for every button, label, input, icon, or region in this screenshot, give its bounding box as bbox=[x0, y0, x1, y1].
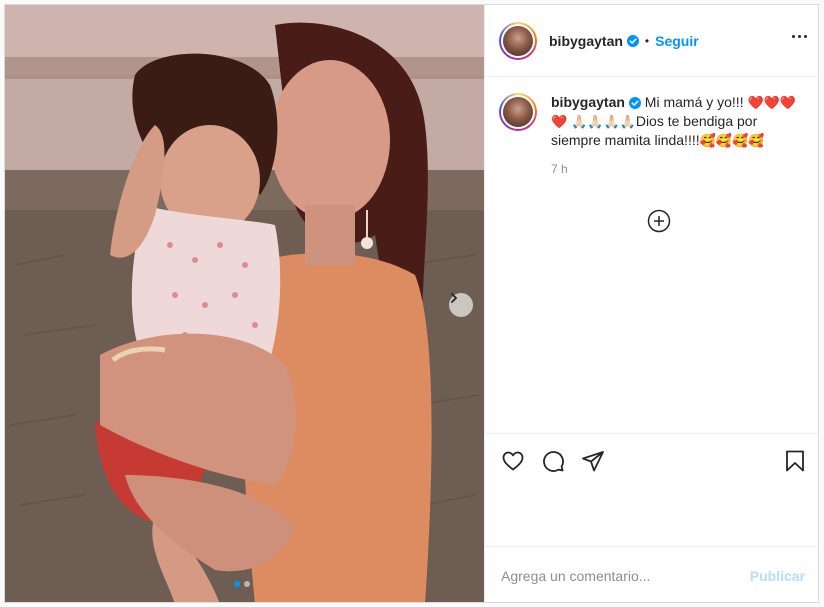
caption-hands: 🙏🏻🙏🏻🙏🏻🙏🏻 bbox=[571, 114, 636, 129]
paper-plane-icon[interactable] bbox=[581, 449, 605, 473]
bookmark-icon[interactable] bbox=[783, 449, 807, 473]
carousel-dot-active bbox=[234, 581, 240, 587]
verified-badge-icon bbox=[626, 34, 639, 47]
comment-form: Publicar bbox=[485, 546, 818, 602]
plus-circle-icon bbox=[647, 209, 671, 233]
comments-section: bibygaytan Mi mamá y yo!!! ❤️❤️❤️❤️ 🙏🏻🙏🏻… bbox=[485, 77, 818, 433]
action-bar bbox=[485, 433, 818, 487]
follow-button[interactable]: Seguir bbox=[655, 33, 699, 49]
post-photo[interactable] bbox=[5, 5, 484, 602]
carousel-indicator bbox=[234, 581, 250, 587]
username-link[interactable]: bibygaytan bbox=[549, 33, 623, 49]
avatar[interactable] bbox=[499, 21, 537, 60]
chevron-right-icon bbox=[451, 293, 458, 303]
post-card: bibygaytan • Seguir bibygaytan Mi mamá y… bbox=[4, 4, 819, 603]
publish-button[interactable]: Publicar bbox=[750, 568, 805, 584]
caption-text: Mi mamá y yo!!! bbox=[644, 94, 748, 110]
caption-row: bibygaytan Mi mamá y yo!!! ❤️❤️❤️❤️ 🙏🏻🙏🏻… bbox=[499, 93, 807, 150]
more-options-icon[interactable] bbox=[792, 35, 807, 38]
caption-avatar[interactable] bbox=[499, 93, 537, 131]
comment-input[interactable] bbox=[501, 567, 731, 584]
post-header: bibygaytan • Seguir bbox=[485, 5, 818, 77]
comment-bubble-icon[interactable] bbox=[541, 449, 565, 473]
carousel-dot bbox=[244, 581, 250, 587]
post-timestamp[interactable]: 7 h bbox=[551, 162, 807, 176]
heart-icon[interactable] bbox=[501, 449, 525, 473]
verified-badge-icon bbox=[628, 97, 641, 110]
post-side-panel: bibygaytan • Seguir bibygaytan Mi mamá y… bbox=[484, 5, 818, 602]
photo-illustration bbox=[5, 5, 484, 602]
caption: bibygaytan Mi mamá y yo!!! ❤️❤️❤️❤️ 🙏🏻🙏🏻… bbox=[551, 93, 807, 150]
caption-username[interactable]: bibygaytan bbox=[551, 94, 625, 110]
separator: • bbox=[644, 33, 650, 48]
caption-faces: 🥰🥰🥰🥰 bbox=[699, 133, 765, 148]
next-photo-button[interactable] bbox=[449, 293, 473, 317]
load-more-comments-button[interactable] bbox=[647, 209, 671, 233]
